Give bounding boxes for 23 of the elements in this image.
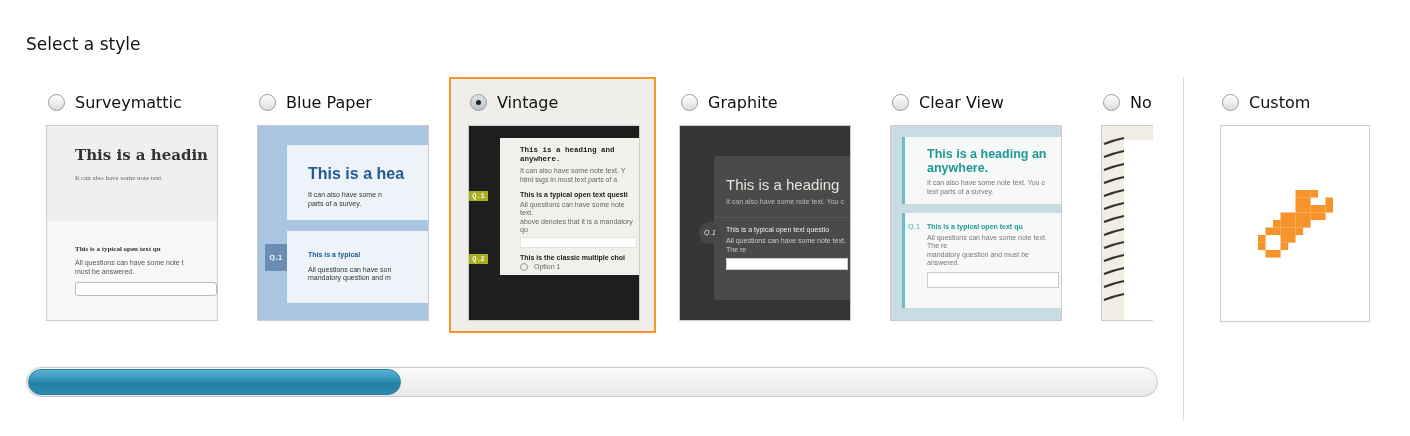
custom-style-preview[interactable] (1220, 125, 1370, 322)
scrollbar-drawing[interactable] (26, 367, 1158, 397)
style-name: Blue Paper (286, 92, 372, 112)
radio-button[interactable] (892, 93, 909, 111)
style-name: Surveymattic (75, 92, 182, 112)
preview-heading: This is a heading (726, 176, 841, 193)
preview-heading: This is a heading an anywhere. (927, 147, 1048, 175)
radio-button[interactable] (259, 93, 276, 111)
radio-button[interactable] (681, 93, 698, 111)
style-name: Clear View (919, 92, 1004, 112)
radio-button[interactable] (1103, 93, 1120, 111)
preview-heading: This is a headin (75, 146, 209, 164)
preview-heading: This is a hea (308, 165, 406, 183)
style-name: Vintage (497, 92, 559, 112)
radio-button[interactable] (1222, 93, 1239, 111)
style-name: No (1130, 92, 1152, 112)
wrench-icon (1257, 189, 1333, 258)
section-title: Select a style (26, 34, 142, 56)
radio-button[interactable] (48, 93, 65, 111)
style-name: Custom (1249, 92, 1311, 112)
radio-button[interactable] (470, 93, 487, 111)
style-name: Graphite (708, 92, 778, 112)
style-preview[interactable] (468, 125, 640, 321)
